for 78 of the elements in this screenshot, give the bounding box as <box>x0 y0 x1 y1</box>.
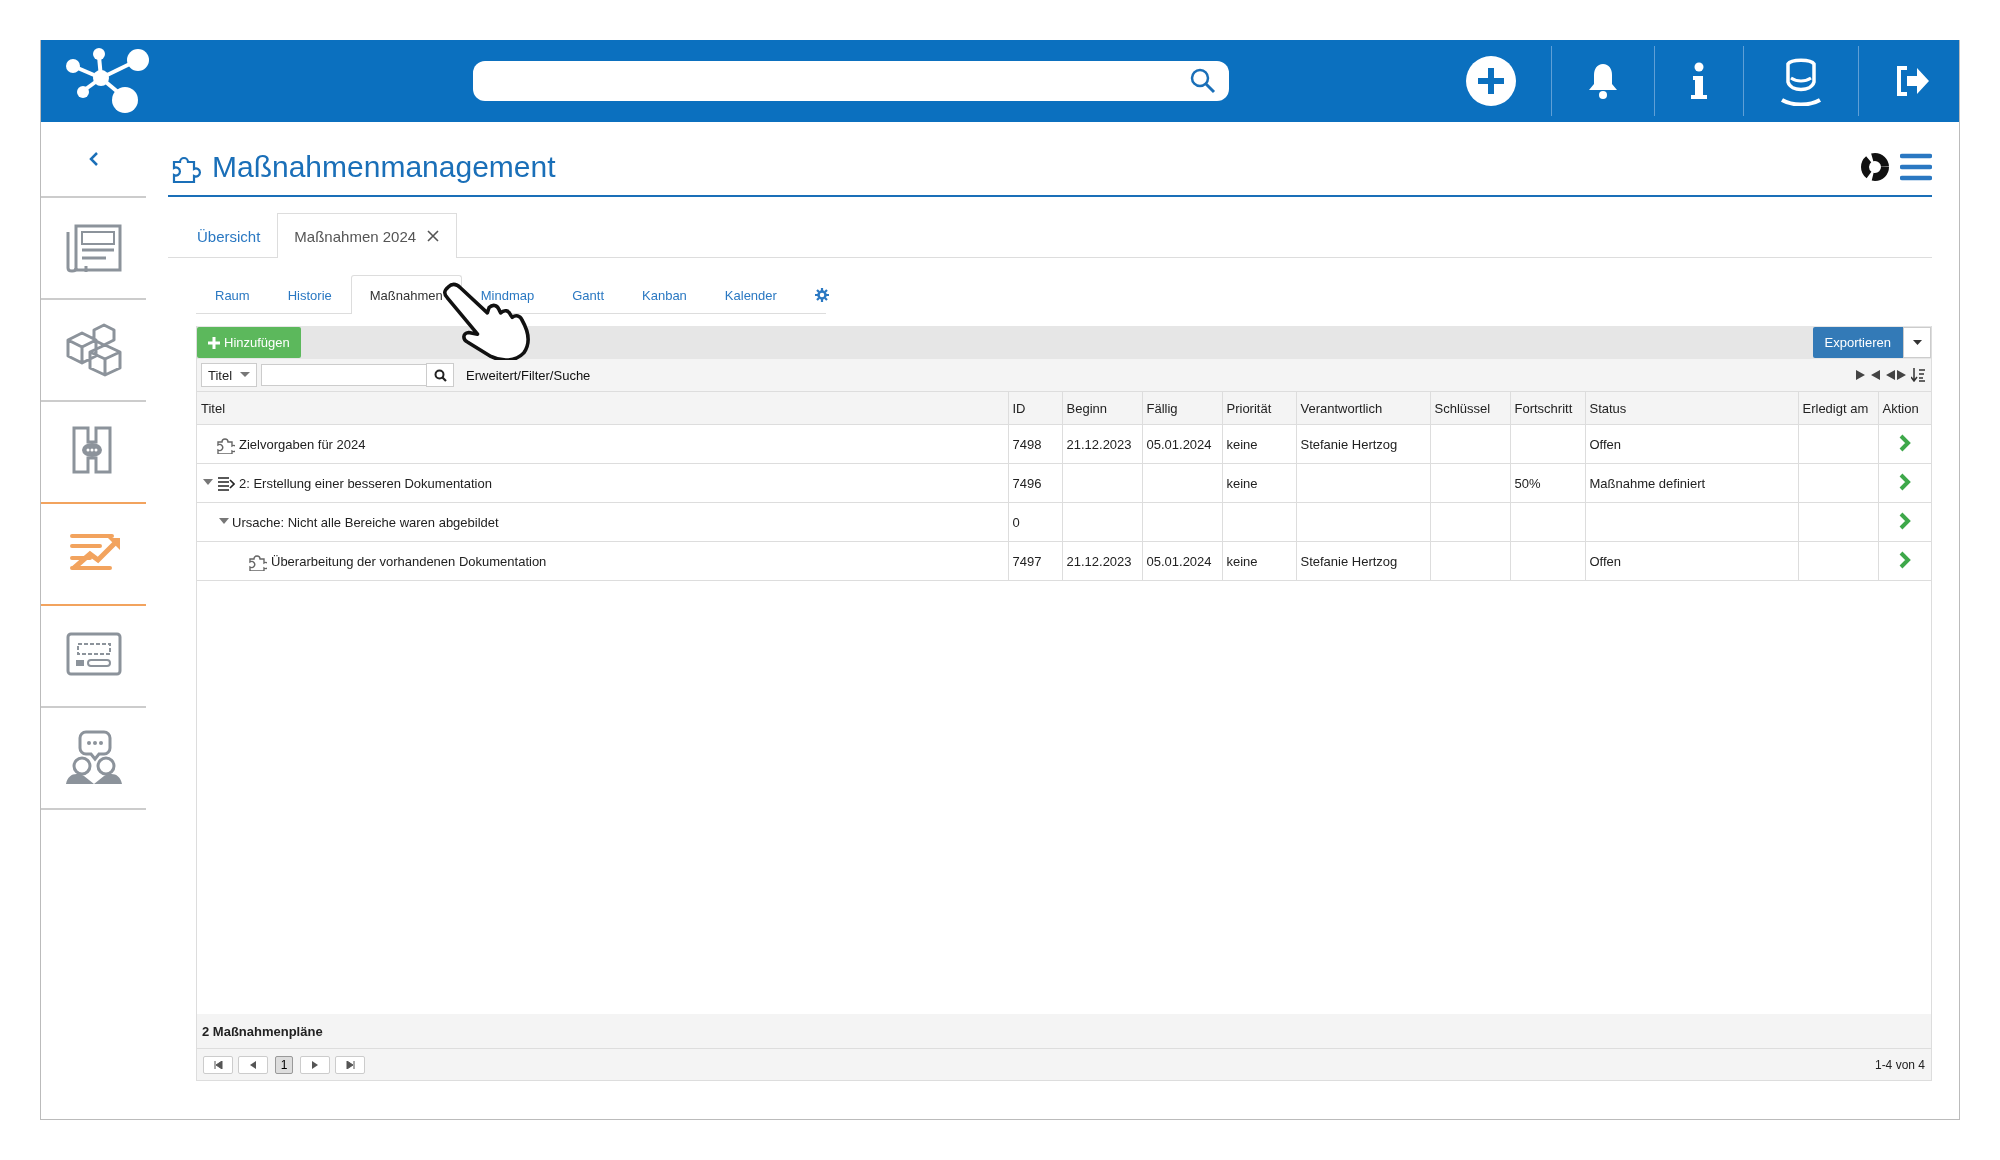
table-cell: 21.12.2023 <box>1066 436 1132 452</box>
tab[interactable]: Gantt <box>553 275 623 314</box>
column-header[interactable]: Aktion <box>1878 392 1931 425</box>
bell-icon[interactable] <box>1586 61 1620 101</box>
close-icon[interactable] <box>426 229 441 243</box>
table-cell: Stefanie Hertzog <box>1300 436 1398 452</box>
table-cell: 7497 <box>1012 553 1042 569</box>
tab[interactable]: Raum <box>196 275 269 314</box>
table-cell: 50% <box>1514 475 1541 491</box>
open-chevron-icon[interactable] <box>1898 433 1912 452</box>
search-icon[interactable] <box>1189 67 1217 95</box>
column-header[interactable]: Erledigt am <box>1798 392 1878 425</box>
summary-text: 2 Maßnahmenpläne <box>197 1014 1931 1049</box>
tab[interactable]: Historie <box>268 275 351 314</box>
export-dropdown-button[interactable] <box>1903 327 1931 358</box>
table-cell: Offen <box>1589 553 1622 569</box>
plus-icon <box>208 336 220 349</box>
next-page-button[interactable] <box>300 1055 330 1074</box>
caret-icon <box>240 372 251 378</box>
filter-input[interactable] <box>261 364 428 386</box>
page-range-text: 1-4 von 4 <box>1874 1057 1925 1072</box>
table-cell: keine <box>1226 436 1258 452</box>
column-header[interactable]: Beginn <box>1062 392 1142 425</box>
column-header[interactable]: Titel <box>197 392 1008 425</box>
sort-icon[interactable] <box>1911 368 1925 382</box>
first-page-icon <box>213 1060 223 1069</box>
last-page-icon <box>345 1060 355 1069</box>
row-title[interactable]: 2: Erstellung einer besseren Dokumentation <box>239 475 492 491</box>
column-header[interactable]: Status <box>1585 392 1798 425</box>
table-cell: 05.01.2024 <box>1146 436 1212 452</box>
tab[interactable]: Kalender <box>705 275 796 314</box>
search-button[interactable] <box>426 363 455 387</box>
table-cell: 05.01.2024 <box>1146 553 1212 569</box>
settings-icon <box>814 288 829 302</box>
info-icon[interactable] <box>1689 61 1709 101</box>
open-chevron-icon[interactable] <box>1898 472 1912 491</box>
open-chevron-icon[interactable] <box>1898 550 1912 569</box>
table-cell: 0 <box>1012 514 1020 530</box>
table-cell: Maßnahme definiert <box>1589 475 1706 491</box>
previous-icon <box>250 1060 256 1069</box>
previous-page-button[interactable] <box>238 1055 268 1074</box>
page-title: Maßnahmenmanagement <box>212 149 556 184</box>
expand-all-icon[interactable] <box>1885 369 1907 381</box>
column-header[interactable]: Verantwortlich <box>1296 392 1430 425</box>
tab[interactable]: Kanban <box>623 275 706 314</box>
column-header[interactable]: Fortschritt <box>1510 392 1585 425</box>
search-icon <box>433 368 447 382</box>
table-cell: Offen <box>1589 436 1622 452</box>
column-header[interactable]: Fällig <box>1142 392 1222 425</box>
row-title[interactable]: Überarbeitung der vorhandenen Dokumentation <box>271 553 547 569</box>
back-chevron-icon[interactable] <box>87 151 100 167</box>
add-icon[interactable] <box>1465 55 1517 107</box>
table-cell: keine <box>1226 553 1258 569</box>
tab[interactable]: Maßnahmen 2024 <box>277 213 458 258</box>
table-cell: Stefanie Hertzog <box>1300 553 1398 569</box>
menu-icon[interactable] <box>1900 151 1932 182</box>
collapse-all-icon[interactable] <box>1855 369 1881 381</box>
advanced-filter-link[interactable]: Erweitert/Filter/Suche <box>466 367 591 383</box>
field-select[interactable]: Titel <box>201 363 258 387</box>
column-header[interactable]: Priorität <box>1222 392 1296 425</box>
export-button[interactable]: Exportieren <box>1812 327 1903 358</box>
row-title[interactable]: Zielvorgaben für 2024 <box>239 436 366 452</box>
chart-donut-icon[interactable] <box>1860 151 1890 182</box>
table-cell: keine <box>1226 475 1258 491</box>
table-cell: 7496 <box>1012 475 1042 491</box>
table-cell: 7498 <box>1012 436 1042 452</box>
search-field[interactable] <box>473 61 1229 101</box>
table-cell: 21.12.2023 <box>1066 553 1132 569</box>
tab[interactable]: Übersicht <box>180 213 278 258</box>
open-chevron-icon[interactable] <box>1898 511 1912 530</box>
last-page-button[interactable] <box>335 1055 365 1074</box>
column-header[interactable]: Schlüssel <box>1430 392 1510 425</box>
next-icon <box>312 1060 318 1069</box>
first-page-button[interactable] <box>203 1055 233 1074</box>
column-header[interactable]: ID <box>1008 392 1062 425</box>
page-button[interactable]: 1 <box>275 1055 293 1074</box>
row-title[interactable]: Ursache: Nicht alle Bereiche waren abgebildet <box>232 514 499 530</box>
caret-icon <box>1912 339 1922 346</box>
